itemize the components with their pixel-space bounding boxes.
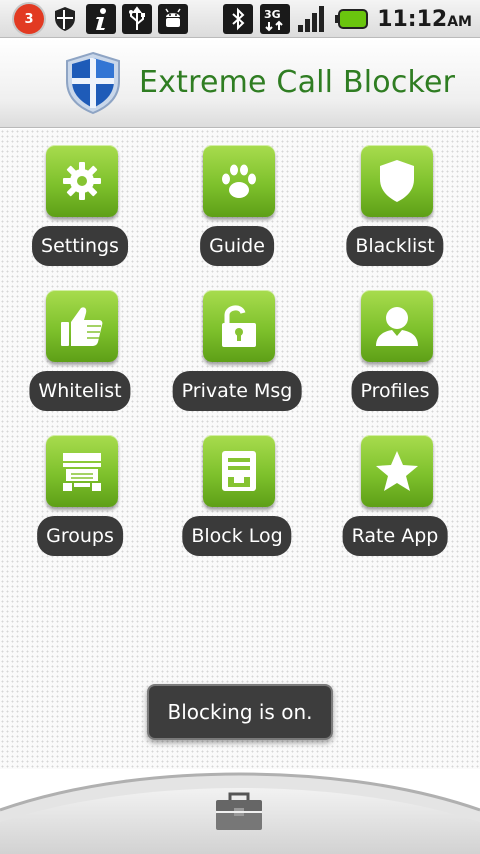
profiles-button[interactable] <box>361 290 433 362</box>
network-type-label: 3G <box>264 8 281 21</box>
toolbox-icon[interactable] <box>214 790 264 832</box>
unlock-icon <box>222 305 256 347</box>
bottom-dock <box>0 760 480 854</box>
clock-time: 11:12 <box>377 6 448 32</box>
groups-button[interactable] <box>46 435 118 507</box>
clock: 11:12AM <box>377 7 472 32</box>
menu-item-guide[interactable]: Guide <box>157 129 317 269</box>
star-icon <box>376 451 418 491</box>
info-icon <box>86 4 116 34</box>
profiles-label[interactable]: Profiles <box>351 371 439 411</box>
groups-label[interactable]: Groups <box>37 516 123 556</box>
network-3g-icon: 3G <box>260 4 291 34</box>
thumbs-up-icon <box>61 307 103 346</box>
menu-item-block-log[interactable]: Block Log <box>157 419 317 559</box>
usb-icon <box>122 4 152 34</box>
shield-icon <box>380 160 414 202</box>
blacklist-button[interactable] <box>361 145 433 217</box>
guide-button[interactable] <box>203 145 275 217</box>
shield-status-icon <box>50 4 80 34</box>
debug-icon <box>158 4 188 34</box>
menu-item-profiles[interactable]: Profiles <box>315 274 475 414</box>
log-icon <box>222 451 256 491</box>
whitelist-button[interactable] <box>46 290 118 362</box>
block-log-button[interactable] <box>203 435 275 507</box>
whitelist-label[interactable]: Whitelist <box>29 371 131 411</box>
paw-icon <box>222 164 256 198</box>
notification-badge[interactable]: 3 <box>14 4 44 34</box>
menu-item-groups[interactable]: Groups <box>0 419 160 559</box>
settings-label[interactable]: Settings <box>32 226 128 266</box>
gear-icon <box>63 162 101 200</box>
block-log-label[interactable]: Block Log <box>182 516 292 556</box>
menu-item-blacklist[interactable]: Blacklist <box>315 129 475 269</box>
page-title: Extreme Call Blocker <box>139 65 456 100</box>
bluetooth-icon <box>223 4 254 34</box>
guide-label[interactable]: Guide <box>200 226 274 266</box>
rate-app-button[interactable] <box>361 435 433 507</box>
battery-icon <box>334 4 370 34</box>
settings-button[interactable] <box>46 145 118 217</box>
blacklist-label[interactable]: Blacklist <box>346 226 444 266</box>
private-msg-button[interactable] <box>203 290 275 362</box>
menu-item-rate-app[interactable]: Rate App <box>315 419 475 559</box>
rate-app-label[interactable]: Rate App <box>342 516 448 556</box>
main-menu: Settings Guide Blacklist Whitelist Priva… <box>0 129 480 769</box>
person-icon <box>376 307 418 346</box>
menu-item-settings[interactable]: Settings <box>0 129 160 269</box>
status-toast: Blocking is on. <box>147 684 333 740</box>
groups-icon <box>63 453 101 491</box>
app-header: Extreme Call Blocker <box>0 39 480 128</box>
private-msg-label[interactable]: Private Msg <box>172 371 302 411</box>
menu-item-whitelist[interactable]: Whitelist <box>0 274 160 414</box>
menu-item-private-msg[interactable]: Private Msg <box>157 274 317 414</box>
clock-ampm: AM <box>447 13 472 30</box>
signal-strength-icon <box>297 4 327 34</box>
app-logo-shield-icon <box>64 51 122 119</box>
status-bar: 3 3G 11:12AM <box>0 0 480 38</box>
